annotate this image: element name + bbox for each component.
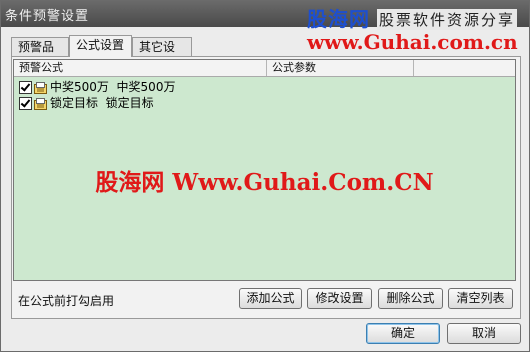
- tab-other[interactable]: 其它设置: [132, 37, 192, 72]
- formula-list[interactable]: 预警公式 公式参数 中奖500万 中奖500万 锁定目标 锁定目标 股海网 Ww…: [13, 59, 516, 281]
- formula-icon: [34, 81, 47, 94]
- column-params[interactable]: 公式参数: [267, 60, 414, 76]
- watermark-banner: 股海网 股票软件资源分享 www.Guhai.com.cn: [307, 3, 523, 54]
- column-empty: [414, 60, 515, 76]
- watermark-slogan: 股票软件资源分享: [377, 9, 518, 30]
- formula-icon: [34, 97, 47, 110]
- list-header: 预警公式 公式参数: [14, 60, 515, 77]
- list-item[interactable]: 锁定目标 锁定目标: [19, 95, 154, 111]
- ok-button[interactable]: 确定: [366, 323, 440, 344]
- hint-text: 在公式前打勾启用: [18, 294, 115, 308]
- dialog-window: 条件预警设置 股海网 股票软件资源分享 www.Guhai.com.cn 预警品…: [0, 0, 530, 352]
- tab-formula[interactable]: 公式设置: [69, 35, 132, 57]
- cancel-button[interactable]: 取消: [447, 323, 521, 344]
- window-title: 条件预警设置: [5, 9, 90, 24]
- watermark-logo: 股海网: [307, 7, 370, 31]
- clear-list-button[interactable]: 清空列表: [448, 288, 513, 309]
- list-item[interactable]: 中奖500万 中奖500万: [19, 79, 175, 95]
- formula-name: 中奖500万: [50, 80, 109, 94]
- watermark-url: www.Guhai.com.cn: [307, 30, 518, 54]
- add-formula-button[interactable]: 添加公式: [239, 288, 302, 309]
- enable-checkbox[interactable]: [19, 81, 32, 94]
- watermark-center: 股海网 Www.Guhai.Com.CN: [95, 169, 434, 196]
- edit-settings-button[interactable]: 修改设置: [307, 288, 372, 309]
- delete-formula-button[interactable]: 删除公式: [378, 288, 443, 309]
- enable-checkbox[interactable]: [19, 97, 32, 110]
- formula-desc: 锁定目标: [105, 96, 154, 110]
- column-formula[interactable]: 预警公式: [14, 60, 267, 76]
- formula-desc: 中奖500万: [116, 80, 176, 94]
- formula-name: 锁定目标: [50, 96, 99, 110]
- tab-variety[interactable]: 预警品种: [11, 37, 69, 72]
